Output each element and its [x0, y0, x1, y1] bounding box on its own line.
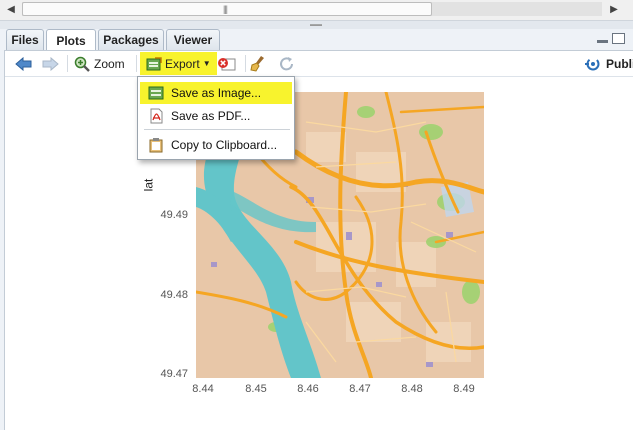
refresh-icon: [280, 56, 293, 70]
tab-label: Files: [11, 33, 39, 47]
x-tick-label: 8.44: [192, 383, 214, 395]
publish-icon: [585, 57, 600, 70]
plots-toolbar: Zoom Export ▼ Publish: [5, 51, 633, 77]
image-file-icon: [148, 86, 164, 100]
x-tick-label: 8.47: [349, 383, 371, 395]
grip-icon: |||: [223, 4, 228, 14]
zoom-button[interactable]: Zoom: [74, 54, 125, 73]
scrollbar-thumb[interactable]: |||: [22, 2, 432, 16]
horizontal-scrollbar[interactable]: ◀ ||| ▶: [0, 0, 633, 21]
export-label: Export: [165, 56, 200, 71]
menu-item-label: Copy to Clipboard...: [171, 138, 278, 152]
tab-plots[interactable]: Plots: [46, 29, 96, 51]
tab-label: Viewer: [173, 33, 213, 47]
minimize-icon[interactable]: [596, 33, 609, 44]
window-controls: [596, 33, 625, 44]
pdf-file-icon: [150, 108, 163, 124]
x-tick-label: 8.48: [401, 383, 423, 395]
tab-label: Plots: [56, 33, 86, 48]
pane-tabbar: Files Plots Packages Viewer: [6, 29, 633, 51]
publish-label: Publish: [606, 56, 633, 71]
forward-arrow-icon: [42, 56, 59, 71]
save-as-image-item[interactable]: Save as Image...: [140, 82, 292, 104]
y-tick-label: 49.47: [160, 368, 188, 380]
toolbar-divider: [67, 55, 68, 72]
clipboard-icon: [149, 138, 163, 153]
x-tick-label: 8.45: [245, 383, 267, 395]
back-arrow-icon: [15, 56, 32, 71]
tab-files[interactable]: Files: [6, 29, 44, 50]
y-tick-label: 49.49: [160, 209, 188, 221]
splitter-grip-icon: ▬▬: [310, 22, 322, 28]
save-as-pdf-item[interactable]: Save as PDF...: [140, 105, 292, 127]
menu-item-label: Save as PDF...: [171, 109, 251, 123]
toolbar-divider: [136, 55, 137, 72]
toolbar-divider: [245, 55, 246, 72]
chevron-down-icon: ▼: [202, 59, 211, 68]
scroll-left-icon[interactable]: ◀: [4, 2, 18, 16]
clear-all-icon: [250, 56, 264, 72]
refresh-button[interactable]: [279, 54, 295, 73]
publish-button[interactable]: Publish: [585, 54, 633, 73]
clear-all-button[interactable]: [250, 54, 266, 73]
export-icon: [146, 56, 162, 70]
maximize-icon[interactable]: [612, 33, 625, 44]
pane-splitter[interactable]: ▬▬: [0, 21, 633, 29]
tab-packages[interactable]: Packages: [98, 29, 164, 50]
menu-divider: [144, 129, 290, 130]
x-tick-label: 8.46: [297, 383, 319, 395]
zoom-label: Zoom: [94, 56, 125, 71]
back-button[interactable]: [15, 54, 32, 73]
y-axis-label: lat: [141, 178, 156, 192]
menu-item-label: Save as Image...: [171, 86, 262, 100]
remove-plot-icon: [218, 57, 236, 70]
tab-viewer[interactable]: Viewer: [166, 29, 220, 50]
forward-button[interactable]: [42, 54, 59, 73]
scrollbar-track[interactable]: |||: [22, 2, 602, 16]
remove-plot-button[interactable]: [217, 54, 237, 73]
scroll-right-icon[interactable]: ▶: [607, 2, 621, 16]
copy-to-clipboard-item[interactable]: Copy to Clipboard...: [140, 134, 292, 156]
export-button[interactable]: Export ▼: [140, 52, 217, 75]
x-tick-label: 8.49: [453, 383, 475, 395]
y-tick-label: 49.48: [160, 289, 188, 301]
tab-label: Packages: [103, 33, 159, 47]
zoom-icon: [74, 56, 90, 72]
export-menu: Save as Image... Save as PDF... Copy to …: [137, 76, 295, 160]
